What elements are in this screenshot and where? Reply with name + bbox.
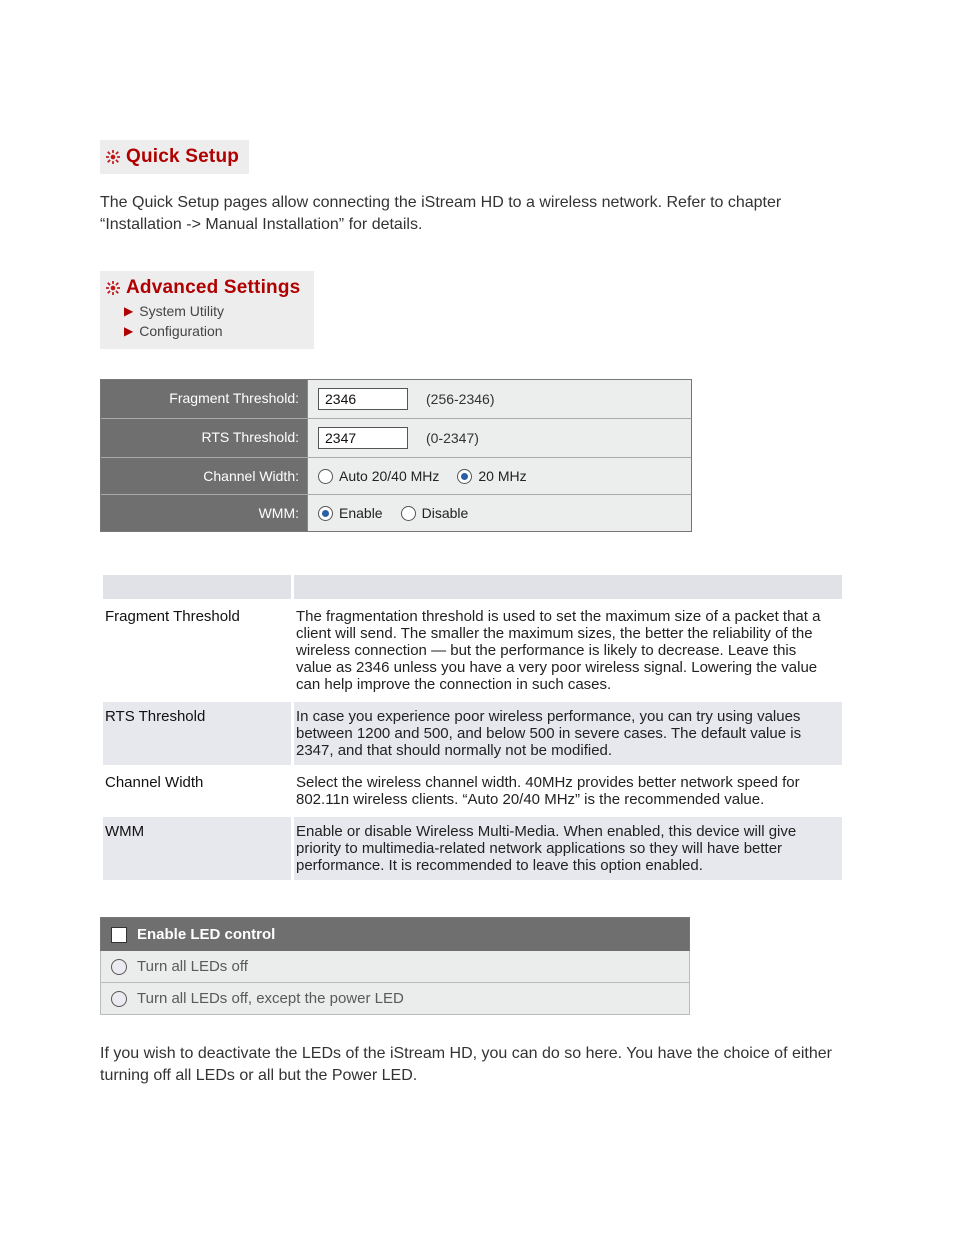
- subnav-label: Configuration: [139, 323, 222, 339]
- table-header-row: [103, 575, 842, 599]
- led-master-toggle[interactable]: Enable LED control: [100, 917, 690, 951]
- page-root: Quick Setup The Quick Setup pages allow …: [0, 0, 954, 1206]
- row-wmm: WMM: Enable Disable: [101, 494, 691, 531]
- row-fragment-threshold: Fragment Threshold: 2346 (256-2346): [101, 380, 691, 418]
- range-hint: (0-2347): [426, 430, 479, 446]
- led-header-label: Enable LED control: [137, 926, 275, 943]
- desc-text: Select the wireless channel width. 40MHz…: [294, 768, 842, 814]
- table-row: WMM Enable or disable Wireless Multi-Med…: [103, 817, 842, 880]
- subnav-item-system-utility[interactable]: ▶ System Utility: [106, 303, 300, 319]
- section-header-quick-setup: Quick Setup: [100, 140, 249, 174]
- led-control-panel: Enable LED control Turn all LEDs off Tur…: [100, 917, 690, 1015]
- input-fragment-threshold[interactable]: 2346: [318, 388, 408, 410]
- radio-channel-20mhz[interactable]: 20 MHz: [457, 468, 526, 484]
- led-paragraph: If you wish to deactivate the LEDs of th…: [100, 1043, 854, 1086]
- descriptions-table: Fragment Threshold The fragmentation thr…: [100, 572, 845, 883]
- label-fragment-threshold: Fragment Threshold:: [101, 380, 308, 418]
- gear-icon: [106, 150, 120, 164]
- radio-icon: [401, 506, 416, 521]
- radio-label: 20 MHz: [478, 468, 526, 484]
- gear-icon: [106, 281, 120, 295]
- led-option-label: Turn all LEDs off: [137, 958, 248, 975]
- radio-icon: [457, 469, 472, 484]
- input-rts-threshold[interactable]: 2347: [318, 427, 408, 449]
- radio-icon: [318, 506, 333, 521]
- label-wmm: WMM:: [101, 495, 308, 531]
- radio-icon: [111, 959, 127, 975]
- radio-label: Auto 20/40 MHz: [339, 468, 439, 484]
- radio-icon: [111, 991, 127, 1007]
- label-channel-width: Channel Width:: [101, 458, 308, 494]
- label-rts-threshold: RTS Threshold:: [101, 419, 308, 457]
- advanced-settings-form: Fragment Threshold: 2346 (256-2346) RTS …: [100, 379, 692, 532]
- desc-key: Channel Width: [103, 768, 291, 814]
- section-title: Advanced Settings: [126, 277, 300, 299]
- subnav-item-configuration[interactable]: ▶ Configuration: [106, 323, 300, 339]
- subnav-label: System Utility: [139, 303, 224, 319]
- checkbox-icon: [111, 927, 127, 943]
- desc-key: Fragment Threshold: [103, 602, 291, 699]
- radio-label: Disable: [422, 505, 469, 521]
- radio-label: Enable: [339, 505, 383, 521]
- led-option-all-off[interactable]: Turn all LEDs off: [100, 951, 690, 983]
- desc-text: Enable or disable Wireless Multi-Media. …: [294, 817, 842, 880]
- desc-key: WMM: [103, 817, 291, 880]
- table-row: Channel Width Select the wireless channe…: [103, 768, 842, 814]
- radio-wmm-enable[interactable]: Enable: [318, 505, 383, 521]
- desc-text: The fragmentation threshold is used to s…: [294, 602, 842, 699]
- desc-key: RTS Threshold: [103, 702, 291, 765]
- radio-icon: [318, 469, 333, 484]
- desc-text: In case you experience poor wireless per…: [294, 702, 842, 765]
- table-row: Fragment Threshold The fragmentation thr…: [103, 602, 842, 699]
- row-channel-width: Channel Width: Auto 20/40 MHz 20 MHz: [101, 457, 691, 494]
- table-row: RTS Threshold In case you experience poo…: [103, 702, 842, 765]
- led-option-except-power[interactable]: Turn all LEDs off, except the power LED: [100, 983, 690, 1015]
- radio-wmm-disable[interactable]: Disable: [401, 505, 469, 521]
- radio-channel-auto[interactable]: Auto 20/40 MHz: [318, 468, 439, 484]
- arrow-right-icon: ▶: [124, 325, 133, 337]
- intro-paragraph: The Quick Setup pages allow connecting t…: [100, 192, 854, 235]
- section-header-advanced: Advanced Settings ▶ System Utility ▶ Con…: [100, 271, 314, 349]
- arrow-right-icon: ▶: [124, 305, 133, 317]
- row-rts-threshold: RTS Threshold: 2347 (0-2347): [101, 418, 691, 457]
- range-hint: (256-2346): [426, 391, 495, 407]
- led-option-label: Turn all LEDs off, except the power LED: [137, 990, 404, 1007]
- section-title: Quick Setup: [126, 146, 239, 168]
